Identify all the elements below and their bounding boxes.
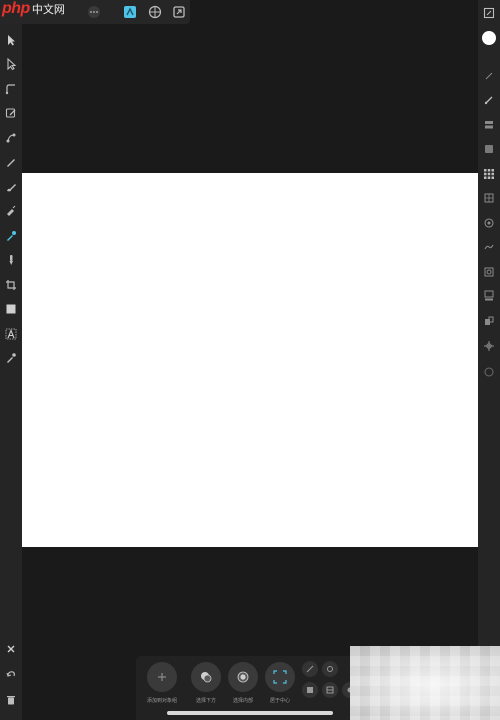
rectangle-tool-icon[interactable] (3, 301, 19, 317)
center-label: 居于中心 (269, 698, 290, 704)
center-icon (273, 670, 287, 684)
export-persona-icon[interactable] (171, 4, 187, 20)
layers-icon[interactable] (481, 117, 497, 133)
color-picker-icon[interactable] (3, 228, 19, 244)
node-tool-icon[interactable] (3, 56, 19, 72)
node-edit-icon[interactable] (3, 130, 19, 146)
stock-icon[interactable] (481, 215, 497, 231)
watermark-logo: php 中文网 (2, 0, 65, 18)
top-toolbar: php 中文网 (0, 0, 190, 24)
group-icon (307, 687, 313, 693)
left-toolbar (0, 24, 22, 720)
add-to-group-label: 添加到对象组 (146, 698, 177, 704)
grid-icon[interactable] (481, 166, 497, 182)
logo-php-text: php (2, 0, 30, 17)
assets-icon[interactable] (481, 338, 497, 354)
align-button[interactable] (302, 661, 318, 677)
select-under-button[interactable] (191, 662, 221, 692)
history-icon[interactable] (481, 239, 497, 255)
select-under-icon (201, 672, 212, 683)
blurred-overlay (350, 646, 500, 720)
center-button[interactable] (265, 662, 295, 692)
constraints-icon[interactable] (481, 364, 497, 380)
flip-button[interactable] (322, 661, 338, 677)
navigator-icon[interactable] (481, 264, 497, 280)
designer-persona-icon[interactable] (122, 4, 138, 20)
app-window: php 中文网 添加到对象组 选择下方 选择内部 居于中心 (0, 0, 500, 720)
pixel-persona-icon[interactable] (147, 4, 163, 20)
fill-tool-icon[interactable] (3, 203, 19, 219)
trash-icon[interactable] (3, 692, 19, 708)
document-canvas[interactable] (22, 173, 478, 547)
distribute-icon (326, 686, 334, 694)
group-button[interactable] (302, 682, 318, 698)
eyedropper-icon[interactable] (3, 350, 19, 366)
brush-tool-icon[interactable] (3, 252, 19, 268)
transform-icon[interactable] (481, 190, 497, 206)
vector-brush-icon[interactable] (3, 179, 19, 195)
swatches-icon[interactable] (481, 68, 497, 84)
more-menu-icon[interactable] (86, 4, 102, 20)
glyphs-icon[interactable] (481, 313, 497, 329)
text-styles-icon[interactable] (481, 288, 497, 304)
select-inside-label: 选择内部 (232, 698, 253, 704)
text-tool-icon[interactable] (3, 326, 19, 342)
select-under-label: 选择下方 (195, 698, 216, 704)
pencil-tool-icon[interactable] (3, 154, 19, 170)
brushes-icon[interactable] (481, 92, 497, 108)
logo-cn-text: 中文网 (31, 3, 65, 16)
select-inside-button[interactable] (228, 662, 258, 692)
select-inside-icon (237, 671, 249, 683)
distribute-button[interactable] (322, 682, 338, 698)
pen-tool-icon[interactable] (3, 105, 19, 121)
crop-tool-icon[interactable] (3, 277, 19, 293)
right-studio-bar (478, 0, 500, 720)
close-icon[interactable] (3, 641, 19, 657)
undo-icon[interactable] (3, 666, 19, 682)
document-icon[interactable] (481, 5, 497, 21)
align-icon (306, 665, 314, 673)
corner-tool-icon[interactable] (3, 81, 19, 97)
add-to-group-button[interactable] (147, 662, 177, 692)
move-tool-icon[interactable] (3, 32, 19, 48)
flip-icon (327, 666, 333, 672)
plus-icon (158, 673, 166, 681)
effects-icon[interactable] (481, 141, 497, 157)
color-well[interactable] (482, 31, 496, 45)
home-indicator[interactable] (167, 711, 333, 715)
